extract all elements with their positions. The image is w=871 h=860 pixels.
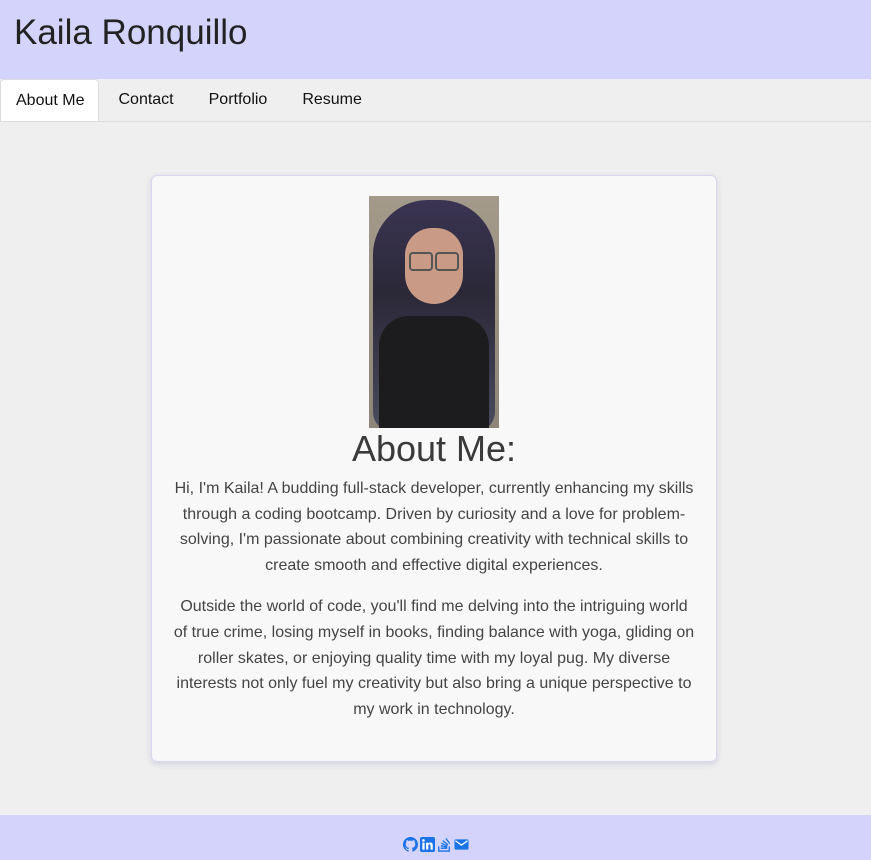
site-footer [0, 815, 871, 860]
about-card: About Me: Hi, I'm Kaila! A budding full-… [151, 175, 717, 762]
tab-about-me[interactable]: About Me [0, 79, 100, 121]
tab-portfolio[interactable]: Portfolio [194, 79, 282, 121]
tab-resume[interactable]: Resume [287, 79, 376, 121]
email-icon[interactable] [453, 837, 469, 852]
about-paragraph-intro: Hi, I'm Kaila! A budding full-stack deve… [174, 480, 694, 574]
about-heading: About Me: [351, 428, 517, 469]
github-icon[interactable] [402, 837, 418, 852]
tab-contact[interactable]: Contact [103, 79, 187, 121]
site-title: Kaila Ronquillo [14, 13, 248, 52]
site-header: Kaila Ronquillo [0, 0, 871, 79]
linkedin-icon[interactable] [419, 837, 435, 852]
nav-tabs: About Me Contact Portfolio Resume [0, 79, 871, 122]
profile-photo [369, 196, 499, 428]
stack-overflow-icon[interactable] [437, 837, 452, 852]
social-links [402, 837, 469, 852]
about-paragraph-interests: Outside the world of code, you'll find m… [173, 598, 695, 718]
